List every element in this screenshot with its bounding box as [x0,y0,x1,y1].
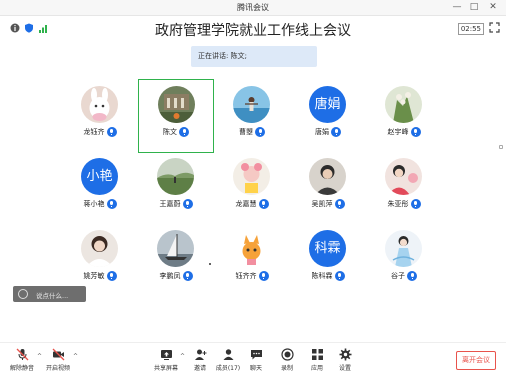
avatar: 唐娟 [309,86,346,123]
avatar [157,230,194,267]
bottom-toolbar: 解除静音 ^ 开启视频 ^ 共享屏幕 ^ 邀请 成员(17) 聊天 录制 应用 … [0,342,506,376]
avatar [385,230,422,267]
participant-name: 陈科霖 [311,272,333,280]
mic-icon [258,271,269,281]
minimize-icon[interactable]: — [450,1,464,14]
mic-icon [182,271,193,281]
participant-tile[interactable]: 小艳 蒋小艳 [62,152,138,226]
participant-name: 朱亚彤 [387,200,409,208]
mic-icon [410,199,421,209]
scroll-handle[interactable] [499,145,503,149]
participant-tile[interactable]: 钰齐齐 [214,224,290,298]
mic-icon [179,127,189,137]
mic-icon [255,127,265,137]
meeting-title: 政府管理学院就业工作线上会议 [155,23,351,39]
chat-icon [250,350,262,360]
participant-tile[interactable]: 吴凯萍 [290,152,366,226]
chat-placeholder: 说点什么... [36,292,69,300]
participant-tile[interactable]: 唐娟 唐娟 [290,80,366,154]
participant-name: 姚芳敏 [83,272,105,280]
emoji-icon[interactable] [18,289,28,299]
avatar [81,86,118,123]
avatar [233,230,270,267]
participant-tile[interactable]: 谷子 [366,224,442,298]
mic-icon [331,127,341,137]
avatar [158,86,195,123]
participant-name: 王嘉蔚 [159,200,181,208]
chat-button[interactable]: 聊天 [240,348,272,374]
participant-name: 陈文 [163,128,177,136]
participant-name: 蒋小艳 [83,200,105,208]
fullscreen-icon[interactable] [489,22,500,33]
participant-name: 赵宇峰 [387,128,409,136]
avatar [157,158,194,195]
participant-name: 唐娟 [315,128,329,136]
mic-icon [106,199,117,209]
leave-meeting-button[interactable]: 离开会议 [456,351,496,370]
participant-name: 龙钰齐 [83,128,105,136]
mic-icon [258,199,269,209]
mic-icon [334,271,345,281]
mic-icon [106,271,117,281]
participant-tile[interactable]: 曹曌 [214,80,290,154]
chat-input[interactable]: 说点什么... [13,286,86,302]
mic-icon [334,199,345,209]
avatar [81,230,118,267]
participant-tile[interactable]: 龙钰齐 [62,80,138,154]
maximize-icon[interactable]: □ [467,1,481,14]
participant-tile[interactable]: 朱亚彤 [366,152,442,226]
participant-tile[interactable]: 李鹏凤 [138,224,214,298]
meeting-timer: 02:55 [457,23,484,35]
video-options-icon[interactable]: ^ [73,353,78,360]
mic-icon [410,127,421,137]
avatar [233,158,270,195]
participant-name: 李鹏凤 [159,272,181,280]
participant-tile[interactable]: 龙嘉慧 [214,152,290,226]
share-screen-icon [160,350,172,360]
cursor-dot [209,263,211,265]
gear-icon [339,348,351,361]
apps-icon [311,349,323,360]
camera-off-icon [52,348,64,361]
invite-icon [194,349,206,360]
participant-name: 谷子 [391,272,405,280]
participant-tile-active[interactable]: 陈文 [138,79,214,153]
meeting-info-bar: 政府管理学院就业工作线上会议 02:55 [0,17,506,41]
participant-tile[interactable]: 王嘉蔚 [138,152,214,226]
speaking-indicator: 正在讲话: 陈文; [191,46,317,67]
avatar [385,158,422,195]
avatar: 科霖 [309,230,346,267]
mic-muted-icon [16,348,28,361]
participant-name: 曹曌 [239,128,253,136]
mic-icon [106,127,117,137]
avatar [233,86,270,123]
unmute-button[interactable]: 解除静音 [6,348,38,374]
record-button[interactable]: 录制 [271,348,303,374]
settings-button[interactable]: 设置 [329,348,361,374]
avatar: 小艳 [81,158,118,195]
participant-tile[interactable]: 科霖 陈科霖 [290,224,366,298]
share-screen-button[interactable]: 共享屏幕 [150,348,182,374]
start-video-button[interactable]: 开启视频 [42,348,74,374]
mic-icon [182,199,193,209]
title-bar: 腾讯会议 — □ ✕ [0,0,506,16]
participant-name: 钰齐齐 [235,272,257,280]
participant-name: 吴凯萍 [311,200,333,208]
mic-icon [407,271,417,281]
record-icon [280,348,294,361]
avatar [309,158,346,195]
app-title: 腾讯会议 [237,3,269,12]
close-icon[interactable]: ✕ [486,1,500,14]
avatar [385,86,422,123]
participant-tile[interactable]: 赵宇峰 [366,80,442,154]
participant-name: 龙嘉慧 [235,200,257,208]
members-icon [223,349,233,360]
